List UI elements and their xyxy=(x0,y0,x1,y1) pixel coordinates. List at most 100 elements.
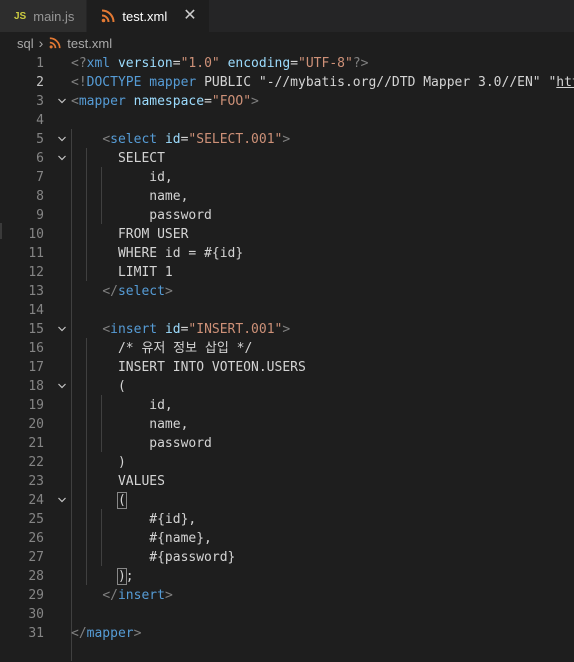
tab-main-js[interactable]: JS main.js xyxy=(0,0,88,32)
code-line[interactable]: 21 password xyxy=(0,434,574,453)
code-line[interactable]: 20 name, xyxy=(0,415,574,434)
code-line[interactable]: 26 #{name}, xyxy=(0,529,574,548)
code-text: password xyxy=(71,206,212,225)
line-number: 16 xyxy=(28,341,44,356)
code-line[interactable]: 29 </insert> xyxy=(0,586,574,605)
code-text: LIMIT 1 xyxy=(71,263,173,282)
code-text: ); xyxy=(71,567,134,586)
code-line[interactable]: 14 xyxy=(0,301,574,320)
line-number: 9 xyxy=(36,208,44,223)
code-line[interactable]: 23 VALUES xyxy=(0,472,574,491)
line-number: 15 xyxy=(28,322,44,337)
matched-bracket: ) xyxy=(116,568,127,585)
chevron-right-icon: › xyxy=(38,35,44,51)
chevron-down-icon[interactable] xyxy=(57,96,67,106)
code-line[interactable]: 8 name, xyxy=(0,187,574,206)
code-token: encoding xyxy=(227,56,291,71)
code-token: /* 유저 정보 삽입 */ xyxy=(71,341,253,356)
code-line[interactable]: 7 id, xyxy=(0,168,574,187)
code-line[interactable]: 13 </select> xyxy=(0,282,574,301)
code-line[interactable]: 11 WHERE id = #{id} xyxy=(0,244,574,263)
code-line[interactable]: 31 </mapper> xyxy=(0,624,574,643)
code-editor[interactable]: 1 <?xml version="1.0" encoding="UTF-8"?> 2… xyxy=(0,53,574,662)
code-line[interactable]: 27 #{password} xyxy=(0,548,574,567)
code-text: SELECT xyxy=(71,149,165,168)
code-token: password xyxy=(71,208,212,223)
code-token: id, xyxy=(71,398,173,413)
code-token: "1.0" xyxy=(180,56,220,71)
line-number: 8 xyxy=(36,189,44,204)
code-line[interactable]: 30 xyxy=(0,605,574,624)
code-line[interactable]: 16 /* 유저 정보 삽입 */ xyxy=(0,339,574,358)
code-line[interactable]: 9 password xyxy=(0,206,574,225)
code-line[interactable]: 6 SELECT xyxy=(0,149,574,168)
line-number: 7 xyxy=(36,170,44,185)
code-token: > xyxy=(282,322,291,337)
line-number: 28 xyxy=(28,569,44,584)
line-number: 19 xyxy=(28,398,44,413)
close-icon[interactable]: ✕ xyxy=(183,8,196,24)
code-token: "SELECT.001" xyxy=(188,132,283,147)
code-token: DOCTYPE xyxy=(86,75,142,90)
code-text: id, xyxy=(71,168,172,187)
code-text: </select> xyxy=(71,282,172,301)
line-number: 13 xyxy=(28,284,44,299)
code-line[interactable]: 28 ); xyxy=(0,567,574,586)
code-line[interactable]: 3 <mapper namespace="FOO"> xyxy=(0,92,574,111)
code-line[interactable]: 1 <?xml version="1.0" encoding="UTF-8"?> xyxy=(0,54,574,73)
breadcrumb-file[interactable]: test.xml xyxy=(67,36,112,51)
code-token: LIMIT 1 xyxy=(71,265,173,280)
breadcrumb-folder[interactable]: sql xyxy=(17,36,34,51)
matched-bracket: ( xyxy=(116,492,127,509)
code-token: < xyxy=(71,94,79,109)
chevron-down-icon[interactable] xyxy=(57,153,67,163)
code-text: FROM USER xyxy=(71,225,188,244)
code-line[interactable]: 22 ) xyxy=(0,453,574,472)
code-line[interactable]: 10 FROM USER xyxy=(0,225,574,244)
code-line[interactable]: 12 LIMIT 1 xyxy=(0,263,574,282)
code-token: SELECT xyxy=(71,151,165,166)
code-text: <!DOCTYPE mapper PUBLIC "-//mybatis.org/… xyxy=(71,73,574,92)
code-line[interactable]: 5 <select id="SELECT.001"> xyxy=(0,130,574,149)
code-text: VALUES xyxy=(71,472,165,491)
tab-test-xml[interactable]: test.xml ✕ xyxy=(87,0,210,32)
code-text: #{id}, xyxy=(71,510,196,529)
code-token: http xyxy=(556,75,574,90)
breadcrumb: sql › test.xml xyxy=(0,32,574,54)
code-token: select xyxy=(117,284,165,299)
chevron-down-icon[interactable] xyxy=(57,134,67,144)
line-number: 1 xyxy=(36,56,44,71)
chevron-down-icon[interactable] xyxy=(57,381,67,391)
chevron-down-icon[interactable] xyxy=(57,495,67,505)
code-line[interactable]: 24 ( xyxy=(0,491,574,510)
code-text: name, xyxy=(71,415,188,434)
code-token: namespace xyxy=(133,94,205,109)
code-token: = xyxy=(290,56,299,71)
tab-label: main.js xyxy=(33,8,75,24)
code-line[interactable]: 4 xyxy=(0,111,574,130)
chevron-down-icon[interactable] xyxy=(57,324,67,334)
code-token: VALUES xyxy=(71,474,165,489)
code-text: /* 유저 정보 삽입 */ xyxy=(71,339,252,358)
line-number: 2 xyxy=(36,75,44,90)
line-number: 17 xyxy=(28,360,44,375)
line-number: 21 xyxy=(28,436,44,451)
code-text: ( xyxy=(71,377,126,396)
code-token: "FOO" xyxy=(211,94,252,109)
code-token: = xyxy=(204,94,212,109)
code-line[interactable]: 19 id, xyxy=(0,396,574,415)
code-token: "UTF-8" xyxy=(298,56,353,71)
code-line[interactable]: 2 <!DOCTYPE mapper PUBLIC "-//mybatis.org… xyxy=(0,73,574,92)
code-line[interactable]: 17 INSERT INTO VOTEON.USERS xyxy=(0,358,574,377)
code-line[interactable]: 18 ( xyxy=(0,377,574,396)
code-line[interactable]: 25 #{id}, xyxy=(0,510,574,529)
code-token: name, xyxy=(71,417,189,432)
code-token: <? xyxy=(71,56,87,71)
code-line[interactable]: 15 <insert id="INSERT.001"> xyxy=(0,320,574,339)
line-number: 5 xyxy=(36,132,44,147)
line-number: 20 xyxy=(28,417,44,432)
